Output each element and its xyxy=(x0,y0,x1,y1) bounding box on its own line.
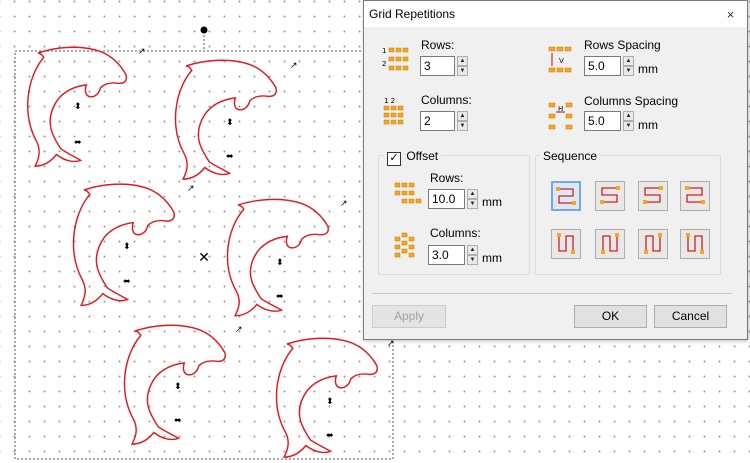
svg-text:⬌: ⬌ xyxy=(74,138,82,148)
columns-spacing-down-arrow[interactable]: ▼ xyxy=(623,121,634,131)
columns-spacing-spinner[interactable]: 5.0 ▲ ▼ xyxy=(584,111,634,131)
svg-text:1: 1 xyxy=(382,47,386,55)
offset-rows-up-arrow[interactable]: ▲ xyxy=(467,189,478,199)
svg-text:↗: ↗ xyxy=(138,47,146,57)
sequence-2-icon xyxy=(600,186,620,204)
offset-rows-icon xyxy=(394,182,422,204)
rows-input[interactable]: 3 xyxy=(420,56,455,76)
svg-text:⬍: ⬍ xyxy=(226,118,234,128)
offset-rows-label: Rows: xyxy=(430,171,464,185)
design-bounding-box: ✕ xyxy=(14,26,394,460)
svg-text:⬌: ⬌ xyxy=(326,431,334,441)
svg-text:⬍: ⬍ xyxy=(326,397,334,407)
offset-columns-spinner[interactable]: 3.0 ▲ ▼ xyxy=(428,245,478,265)
svg-text:⬍: ⬍ xyxy=(123,242,131,252)
grid-repetitions-dialog: Grid Repetitions × 1 2 Rows: 3 ▲ ▼ 1 2 Co… xyxy=(363,0,748,340)
offset-rows-input[interactable]: 10.0 xyxy=(428,189,465,209)
rows-label: Rows: xyxy=(421,38,455,52)
offset-rows-unit: mm xyxy=(482,195,502,209)
sequence-option-5[interactable] xyxy=(551,229,581,259)
offset-rows-spinner[interactable]: 10.0 ▲ ▼ xyxy=(428,189,478,209)
svg-text:⬍: ⬍ xyxy=(74,102,82,112)
columns-label: Columns: xyxy=(421,93,472,107)
sequence-label: Sequence xyxy=(540,149,601,163)
svg-text:H: H xyxy=(558,105,563,113)
offset-columns-down-arrow[interactable]: ▼ xyxy=(467,255,478,265)
svg-text:↗: ↗ xyxy=(187,184,195,194)
sequence-8-icon xyxy=(686,233,704,254)
close-button[interactable]: × xyxy=(724,8,737,21)
svg-text:⬌: ⬌ xyxy=(276,292,284,302)
svg-text:V: V xyxy=(559,57,564,65)
cancel-button[interactable]: Cancel xyxy=(654,305,727,328)
sequence-option-6[interactable] xyxy=(595,229,625,259)
svg-text:↗: ↗ xyxy=(235,325,243,335)
sequence-option-8[interactable] xyxy=(680,229,710,259)
sequence-option-7[interactable] xyxy=(638,229,668,259)
sequence-7-icon xyxy=(644,233,662,254)
rows-spacing-input[interactable]: 5.0 xyxy=(584,56,621,76)
dialog-title: Grid Repetitions xyxy=(369,7,456,21)
svg-text:↗: ↗ xyxy=(290,61,298,71)
sequence-option-1[interactable] xyxy=(551,181,581,211)
columns-icon: 1 2 xyxy=(383,97,404,125)
rows-spacing-label: Rows Spacing xyxy=(584,38,661,52)
sequence-option-2[interactable] xyxy=(595,181,625,211)
sequence-6-icon xyxy=(601,233,619,254)
rows-spacing-unit: mm xyxy=(638,62,658,76)
svg-text:2: 2 xyxy=(382,60,386,68)
offset-columns-icon xyxy=(394,232,415,258)
columns-spacing-unit: mm xyxy=(638,118,658,132)
button-separator xyxy=(372,293,732,294)
sequence-4-icon xyxy=(685,186,705,204)
rows-icon: 1 2 xyxy=(382,47,409,71)
ok-button[interactable]: OK xyxy=(574,305,647,328)
offset-label[interactable]: Offset xyxy=(406,149,438,163)
svg-text:⬍: ⬍ xyxy=(174,382,182,392)
svg-text:⬍: ⬍ xyxy=(276,258,284,268)
svg-text:1 2: 1 2 xyxy=(384,97,395,105)
columns-down-arrow[interactable]: ▼ xyxy=(457,121,468,131)
offset-columns-input[interactable]: 3.0 xyxy=(428,245,465,265)
svg-text:↗: ↗ xyxy=(387,339,395,349)
offset-header: ✓ Offset xyxy=(384,148,442,166)
sequence-option-4[interactable] xyxy=(680,181,710,211)
svg-text:⬌: ⬌ xyxy=(226,152,234,162)
apply-button[interactable]: Apply xyxy=(372,305,446,328)
offset-columns-label: Columns: xyxy=(430,226,481,240)
rows-spacing-up-arrow[interactable]: ▲ xyxy=(623,56,634,66)
rows-down-arrow[interactable]: ▼ xyxy=(457,66,468,76)
columns-spacing-label: Columns Spacing xyxy=(584,94,679,108)
rows-spacing-spinner[interactable]: 5.0 ▲ ▼ xyxy=(584,56,634,76)
columns-input[interactable]: 2 xyxy=(420,111,455,131)
sequence-1-icon xyxy=(556,187,576,205)
dialog-titlebar[interactable]: Grid Repetitions × xyxy=(364,1,747,27)
columns-up-arrow[interactable]: ▲ xyxy=(457,111,468,121)
offset-columns-unit: mm xyxy=(482,251,502,265)
svg-text:↗: ↗ xyxy=(340,199,348,209)
columns-spacing-up-arrow[interactable]: ▲ xyxy=(623,111,634,121)
columns-spacing-icon: H xyxy=(548,102,573,130)
offset-columns-up-arrow[interactable]: ▲ xyxy=(467,245,478,255)
rows-spacing-icon: V xyxy=(548,46,572,73)
sequence-5-icon xyxy=(557,233,575,254)
columns-spacing-input[interactable]: 5.0 xyxy=(584,111,621,131)
sequence-3-icon xyxy=(643,186,663,204)
sequence-option-3[interactable] xyxy=(638,181,668,211)
columns-spinner[interactable]: 2 ▲ ▼ xyxy=(420,111,468,131)
svg-text:⬌: ⬌ xyxy=(123,277,131,287)
offset-checkbox[interactable]: ✓ xyxy=(387,152,401,166)
rows-spacing-down-arrow[interactable]: ▼ xyxy=(623,66,634,76)
svg-text:⬌: ⬌ xyxy=(174,416,182,426)
svg-text:✕: ✕ xyxy=(198,250,210,266)
offset-rows-down-arrow[interactable]: ▼ xyxy=(467,199,478,209)
rows-spinner[interactable]: 3 ▲ ▼ xyxy=(420,56,468,76)
rows-up-arrow[interactable]: ▲ xyxy=(457,56,468,66)
